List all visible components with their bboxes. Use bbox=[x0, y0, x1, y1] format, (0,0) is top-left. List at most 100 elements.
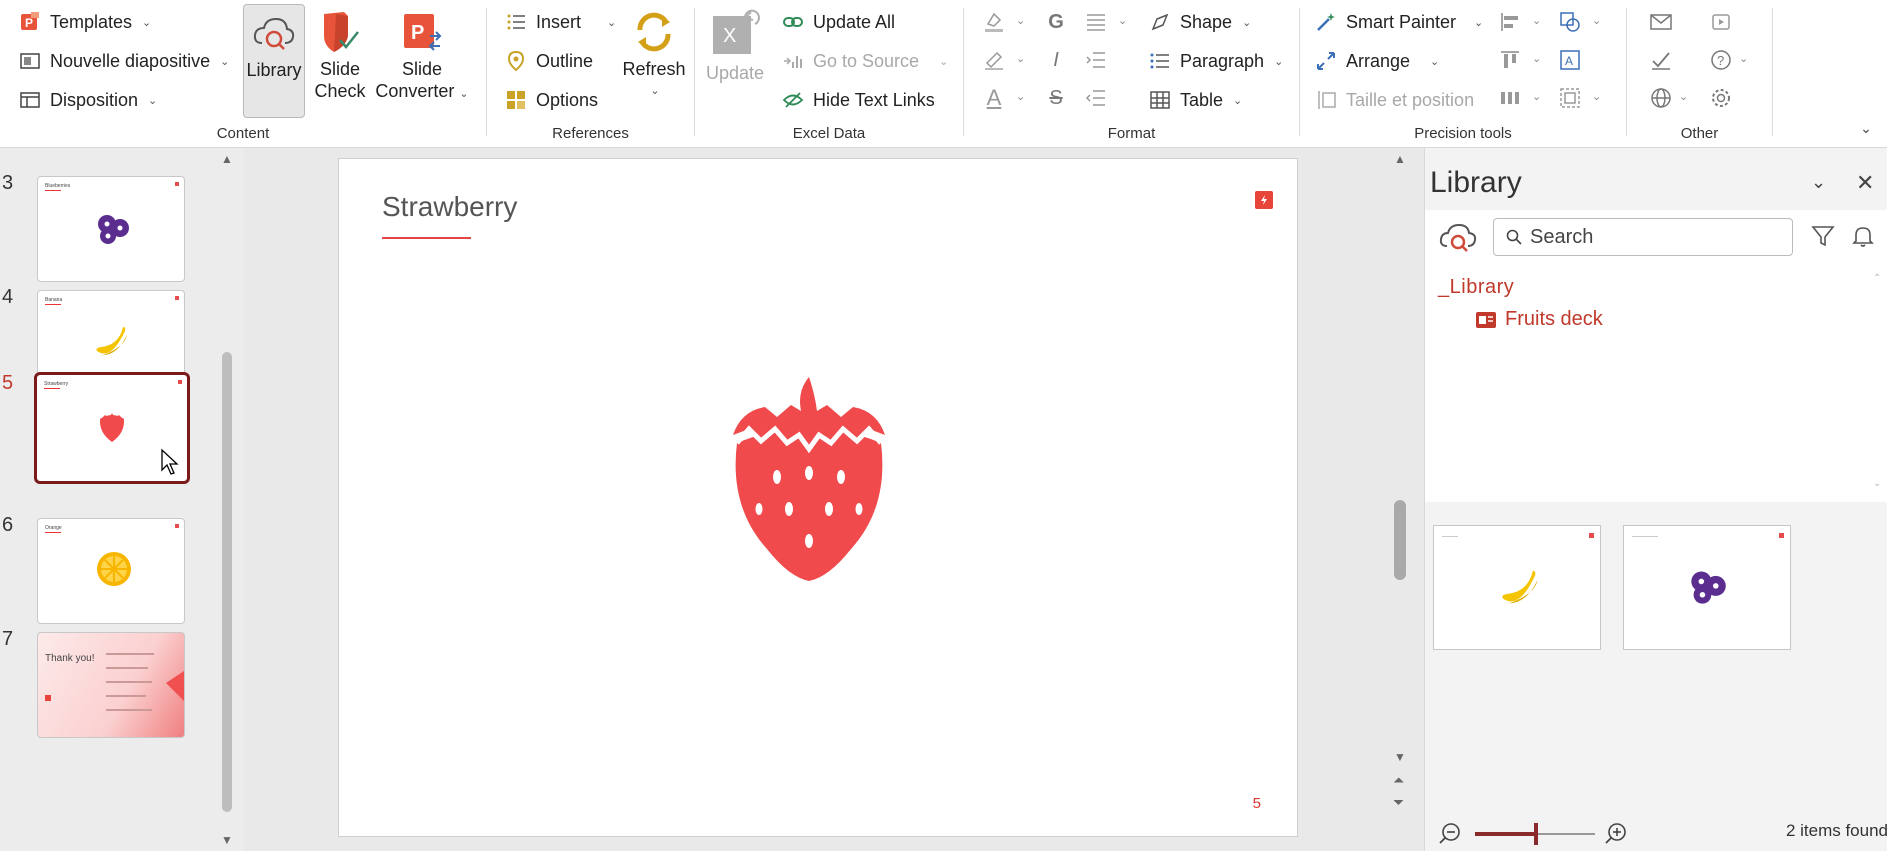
thumbnail-slide-6[interactable]: Orange bbox=[37, 518, 185, 624]
chevron-down-icon[interactable]: ⌄ bbox=[1118, 14, 1127, 27]
library-button[interactable]: Library bbox=[243, 4, 305, 118]
layout-button[interactable]: Disposition ⌄ bbox=[18, 84, 157, 116]
collapse-ribbon-icon[interactable]: ⌄ bbox=[1852, 114, 1880, 142]
bell-icon[interactable] bbox=[1851, 224, 1875, 248]
templates-button[interactable]: P Templates ⌄ bbox=[18, 6, 151, 38]
video-icon[interactable] bbox=[1707, 8, 1735, 36]
excel-update-icon: X bbox=[709, 8, 761, 58]
outline-button[interactable]: Outline bbox=[504, 45, 593, 77]
next-slide-icon[interactable]: ⏷ bbox=[1393, 794, 1404, 811]
options-button[interactable]: Options bbox=[504, 84, 598, 116]
fill-color-icon[interactable] bbox=[980, 8, 1008, 36]
shape-style-icon[interactable] bbox=[1556, 8, 1584, 36]
indent-decrease-icon[interactable] bbox=[1082, 84, 1110, 112]
align-top-icon[interactable] bbox=[1496, 46, 1524, 74]
insert-button[interactable]: Insert ⌄ bbox=[504, 6, 616, 38]
cloud-search-icon[interactable] bbox=[1438, 220, 1480, 254]
logo-icon bbox=[178, 380, 182, 384]
tree-scroll-up-icon[interactable]: ⌃ bbox=[1873, 273, 1881, 284]
previous-slide-icon[interactable]: ⏶ bbox=[1393, 772, 1404, 789]
distribute-icon[interactable] bbox=[1496, 84, 1524, 112]
library-result-banana[interactable] bbox=[1433, 525, 1601, 650]
tree-scroll-down-icon[interactable]: ⌄ bbox=[1873, 478, 1881, 489]
new-slide-button[interactable]: Nouvelle diapositive ⌄ bbox=[18, 45, 229, 77]
excel-data-group-label: Excel Data bbox=[792, 125, 866, 142]
library-root[interactable]: _Library bbox=[1438, 276, 1514, 299]
thumbnail-slide-7[interactable]: Thank you! bbox=[37, 632, 185, 738]
slide-title[interactable]: Strawberry bbox=[382, 191, 517, 223]
library-status-bar: 2 items found bbox=[1425, 813, 1887, 851]
search-icon bbox=[1506, 229, 1522, 245]
indent-increase-icon[interactable] bbox=[1082, 46, 1110, 74]
chevron-down-icon[interactable]: ⌄ bbox=[1016, 90, 1025, 103]
refresh-button[interactable]: Refresh ⌄ bbox=[620, 10, 688, 102]
scroll-up-arrow-icon[interactable]: ▲ bbox=[221, 152, 233, 166]
gear-icon[interactable] bbox=[1707, 84, 1735, 112]
chevron-down-icon[interactable]: ⌄ bbox=[1016, 52, 1025, 65]
zoom-out-icon[interactable] bbox=[1439, 821, 1465, 847]
link-icon bbox=[781, 10, 805, 34]
zoom-slider-handle[interactable] bbox=[1534, 823, 1538, 845]
blueberry-icon bbox=[98, 215, 129, 244]
thumbnail-scrollbar[interactable] bbox=[222, 352, 232, 812]
library-pane: Library ⌄ ✕ Search _Library Fruits deck … bbox=[1424, 148, 1887, 851]
mail-icon[interactable] bbox=[1647, 8, 1675, 36]
align-left-icon[interactable] bbox=[1496, 8, 1524, 36]
format-group-label: Format bbox=[1107, 125, 1156, 142]
thumbnail-slide-3[interactable]: Blueberries bbox=[37, 176, 185, 282]
update-button[interactable]: X Update bbox=[705, 8, 765, 84]
globe-icon[interactable] bbox=[1647, 84, 1675, 112]
chevron-down-icon: ⌄ bbox=[939, 55, 949, 68]
library-result-blueberries[interactable] bbox=[1623, 525, 1791, 650]
slide-scrollbar[interactable] bbox=[1394, 500, 1406, 580]
chevron-down-icon[interactable]: ⌄ bbox=[1532, 90, 1541, 103]
italic-button[interactable]: I bbox=[1042, 46, 1070, 74]
zoom-in-icon[interactable] bbox=[1603, 821, 1629, 847]
scroll-down-arrow-icon[interactable]: ▼ bbox=[221, 833, 233, 847]
group-icon[interactable] bbox=[1556, 84, 1584, 112]
align-icon[interactable] bbox=[1082, 8, 1110, 36]
checkmark-icon[interactable] bbox=[1647, 46, 1675, 74]
items-found-count: 2 items found bbox=[1785, 821, 1887, 840]
hide-text-links-button[interactable]: Hide Text Links bbox=[781, 84, 935, 116]
smart-painter-button[interactable]: Smart Painter ⌄ bbox=[1314, 6, 1483, 38]
update-all-button[interactable]: Update All bbox=[781, 6, 895, 38]
slide-number: 5 bbox=[1252, 795, 1261, 812]
chevron-down-icon[interactable]: ⌄ bbox=[1532, 14, 1541, 27]
chevron-down-icon[interactable]: ⌄ bbox=[1592, 14, 1601, 27]
references-group-label: References bbox=[552, 125, 629, 142]
text-box-icon[interactable]: A bbox=[1556, 46, 1584, 74]
chevron-down-icon[interactable]: ⌄ bbox=[1592, 90, 1601, 103]
slide-converter-button[interactable]: P Slide Converter ⌄ bbox=[374, 10, 470, 105]
chevron-down-icon[interactable]: ⌄ bbox=[1811, 172, 1826, 193]
chevron-down-icon[interactable]: ⌄ bbox=[1739, 52, 1748, 65]
current-slide[interactable]: Strawberry 5 bbox=[338, 158, 1298, 837]
folder-fruits-deck[interactable]: Fruits deck bbox=[1475, 308, 1603, 331]
line-color-icon[interactable] bbox=[980, 46, 1008, 74]
chevron-down-icon[interactable]: ⌄ bbox=[1532, 52, 1541, 65]
chevron-down-icon[interactable]: ⌄ bbox=[1016, 14, 1025, 27]
paragraph-icon bbox=[1148, 49, 1172, 73]
bold-button[interactable]: G bbox=[1042, 8, 1070, 36]
ribbon: P Templates ⌄ Nouvelle diapositive ⌄ Dispo… bbox=[0, 0, 1887, 148]
scroll-down-arrow-icon[interactable]: ▼ bbox=[1394, 750, 1406, 764]
font-color-button[interactable]: A bbox=[980, 84, 1008, 112]
slide-check-button[interactable]: Slide Check bbox=[312, 10, 368, 102]
size-position-button[interactable]: Taille et position bbox=[1314, 84, 1474, 116]
scroll-up-arrow-icon[interactable]: ▲ bbox=[1394, 152, 1406, 166]
close-icon[interactable]: ✕ bbox=[1856, 170, 1874, 196]
logo-icon bbox=[1779, 533, 1784, 538]
search-input[interactable]: Search bbox=[1493, 218, 1793, 256]
strawberry-icon[interactable] bbox=[731, 377, 887, 583]
strikethrough-button[interactable]: S bbox=[1042, 84, 1070, 112]
thumbnail-number: 4 bbox=[2, 286, 14, 308]
go-to-source-button[interactable]: Go to Source ⌄ bbox=[781, 45, 948, 77]
table-button[interactable]: Table ⌄ bbox=[1148, 84, 1242, 116]
help-icon[interactable]: ? bbox=[1707, 46, 1735, 74]
arrange-button[interactable]: Arrange ⌄ bbox=[1314, 45, 1439, 77]
filter-icon[interactable] bbox=[1811, 224, 1835, 248]
chevron-down-icon[interactable]: ⌄ bbox=[1679, 90, 1688, 103]
banana-icon bbox=[96, 327, 127, 356]
paragraph-button[interactable]: Paragraph ⌄ bbox=[1148, 45, 1283, 77]
shape-button[interactable]: Shape ⌄ bbox=[1148, 6, 1251, 38]
